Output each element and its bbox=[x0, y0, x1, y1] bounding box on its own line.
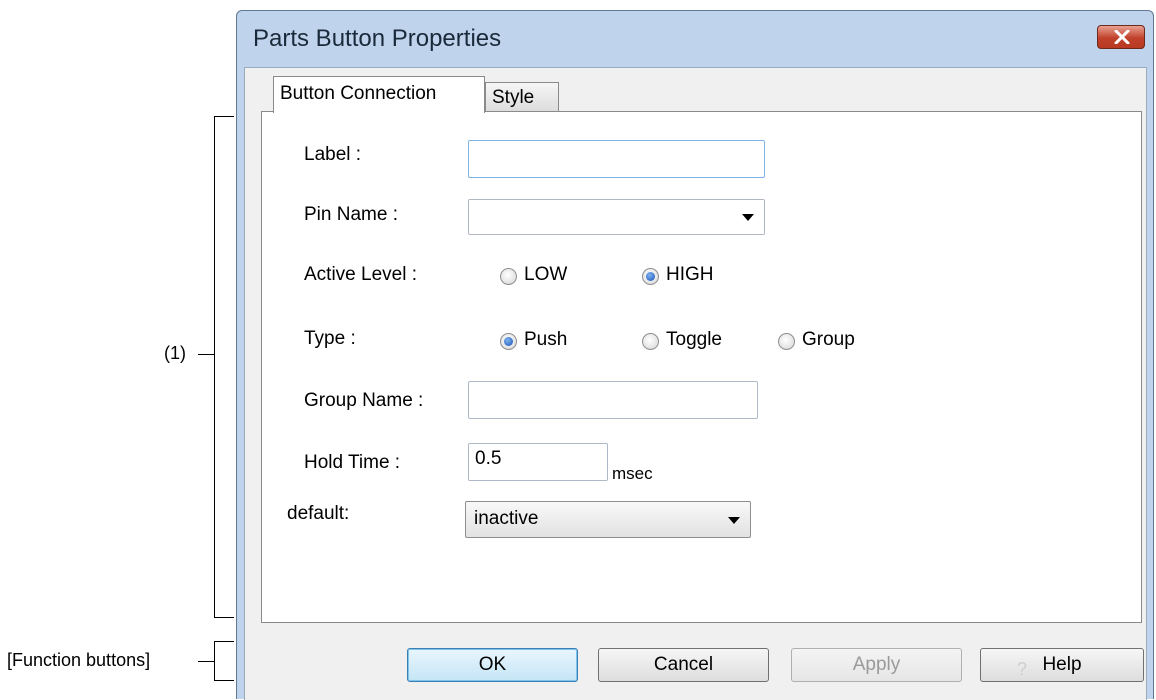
annotation-section-1: (1) bbox=[164, 343, 186, 363]
group-name-label: Group Name : bbox=[304, 390, 424, 411]
type-toggle-radio[interactable] bbox=[642, 333, 659, 350]
active-level-label: Active Level : bbox=[304, 264, 417, 285]
hold-time-unit: msec bbox=[612, 464, 653, 483]
close-icon bbox=[1114, 30, 1130, 44]
ok-button[interactable]: OK bbox=[407, 648, 578, 682]
type-label: Type : bbox=[304, 328, 356, 349]
annotation-bracket-1 bbox=[214, 116, 234, 618]
hold-time-label: Hold Time : bbox=[304, 452, 401, 473]
pin-name-label: Pin Name : bbox=[304, 204, 398, 225]
annotation-leader-2 bbox=[198, 661, 214, 662]
group-name-input[interactable] bbox=[468, 381, 758, 419]
apply-button[interactable]: Apply bbox=[791, 648, 962, 682]
cancel-button[interactable]: Cancel bbox=[598, 648, 769, 682]
tab-panel-button-connection: Label : Pin Name : Active Level : LOW HI… bbox=[261, 111, 1142, 623]
annotation-bracket-2 bbox=[214, 641, 234, 681]
active-level-high-radio[interactable] bbox=[642, 268, 659, 285]
annotation-function-buttons: [Function buttons] bbox=[7, 650, 151, 670]
default-state-value: inactive bbox=[474, 508, 539, 529]
hold-time-input[interactable]: 0.5 bbox=[468, 443, 608, 481]
help-button[interactable]: ? Help bbox=[980, 648, 1144, 682]
window-title: Parts Button Properties bbox=[253, 25, 502, 52]
chevron-down-icon bbox=[742, 214, 754, 221]
dialog-body: Button Connection Style Label : Pin Name… bbox=[244, 67, 1147, 700]
label-field-label: Label : bbox=[304, 144, 362, 165]
default-state-dropdown[interactable]: inactive bbox=[465, 501, 751, 538]
help-icon: ? bbox=[1017, 659, 1028, 679]
label-input[interactable] bbox=[468, 140, 765, 178]
active-level-low-label: LOW bbox=[524, 264, 568, 285]
pin-name-combobox[interactable] bbox=[468, 199, 765, 235]
tab-button-connection[interactable]: Button Connection bbox=[273, 76, 485, 113]
type-toggle-label: Toggle bbox=[666, 329, 722, 350]
chevron-down-icon bbox=[728, 516, 740, 524]
active-level-low-radio[interactable] bbox=[500, 268, 517, 285]
close-button[interactable] bbox=[1097, 25, 1145, 49]
annotation-leader-1 bbox=[198, 354, 214, 355]
type-push-label: Push bbox=[524, 329, 568, 350]
type-group-radio[interactable] bbox=[778, 333, 795, 350]
title-bar[interactable]: Parts Button Properties bbox=[237, 11, 1153, 67]
properties-dialog: Parts Button Properties Button Connectio… bbox=[236, 10, 1154, 700]
help-button-label: Help bbox=[1042, 654, 1082, 675]
active-level-high-label: HIGH bbox=[666, 264, 714, 285]
type-push-radio[interactable] bbox=[500, 333, 517, 350]
default-label: default: bbox=[287, 503, 350, 524]
tab-style[interactable]: Style bbox=[485, 82, 559, 112]
type-group-label: Group bbox=[802, 329, 855, 350]
